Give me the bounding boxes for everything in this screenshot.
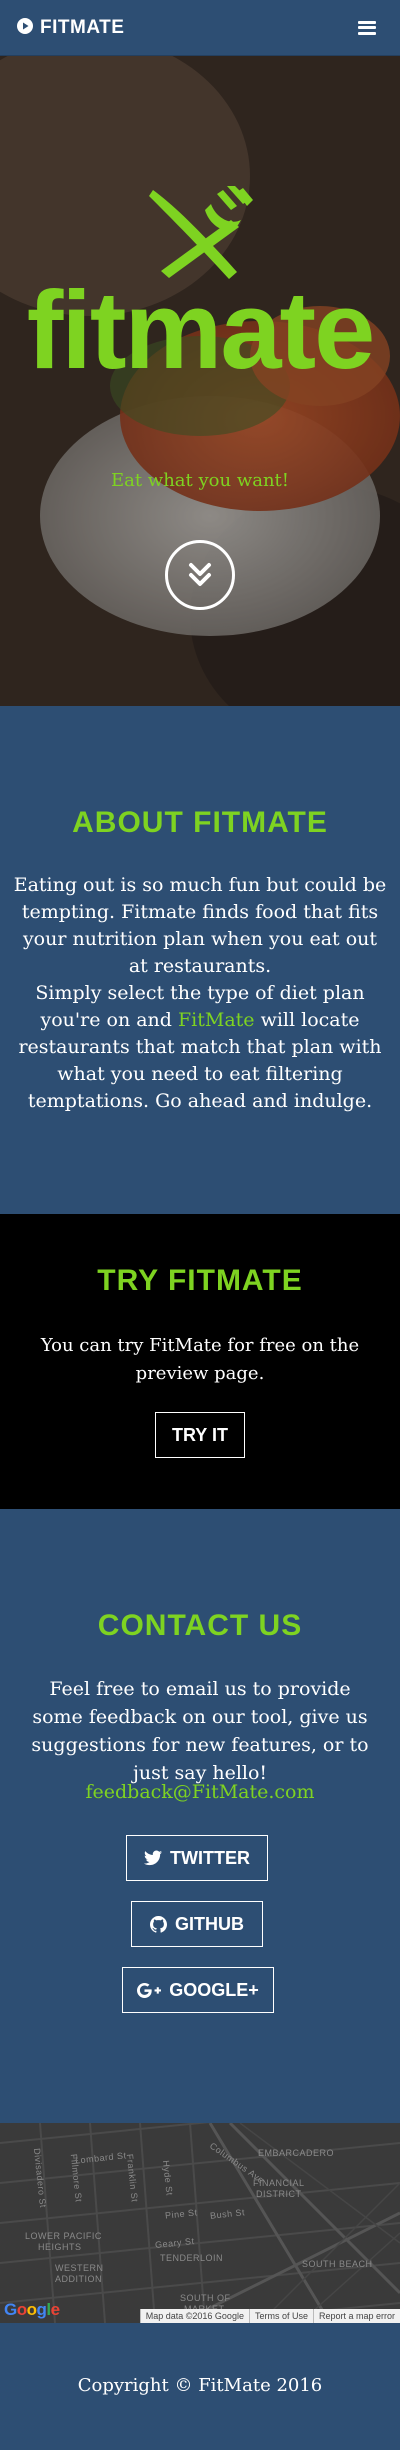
map-attribution: Map data ©2016 Google Terms of Use Repor… (139, 2309, 400, 2323)
github-label: GITHUB (175, 1913, 244, 1934)
contact-heading: CONTACT US (97, 1609, 303, 1642)
try-section: TRY FITMATE You can try FitMate for free… (0, 1214, 400, 1509)
hero-tagline: Eat what you want! (110, 470, 290, 491)
map-label-south-beach: SOUTH BEACH (302, 2259, 373, 2269)
map-label-district: DISTRICT (256, 2189, 302, 2199)
map-data-text: Map data ©2016 Google (139, 2309, 249, 2323)
try-text: You can try FitMate for free on the prev… (40, 1335, 360, 1384)
map-report-link[interactable]: Report a map error (312, 2309, 400, 2323)
twitter-label: TWITTER (170, 1847, 250, 1868)
google-plus-icon (137, 1982, 162, 1998)
map-label-western: WESTERN (55, 2263, 104, 2273)
map-embed[interactable]: Lombard St Columbus Ave EMBARCADERO FINA… (0, 2123, 400, 2323)
contact-email-link[interactable]: feedback@FitMate.com (0, 1781, 400, 1803)
footer: Copyright © FitMate 2016 (0, 2323, 400, 2450)
fitmate-highlight: FitMate (177, 1009, 255, 1031)
map-label-addition: ADDITION (55, 2274, 103, 2284)
google-plus-label: GOOGLE+ (169, 1979, 259, 2000)
about-section: ABOUT FITMATE Eating out is so much fun … (0, 706, 400, 1214)
contact-section: CONTACT US Feel free to email us to prov… (0, 1509, 400, 2123)
brand-link[interactable]: FITMATE (16, 17, 124, 39)
twitter-button[interactable]: TWITTER (126, 1835, 268, 1881)
hero-section: fitmate Eat what you want! (0, 56, 400, 706)
github-button[interactable]: GITHUB (131, 1901, 263, 1947)
double-chevron-down-icon (189, 563, 211, 586)
try-it-label: TRY IT (171, 1424, 228, 1445)
about-paragraph-1: Eating out is so much fun but could be t… (13, 874, 387, 977)
about-heading: ABOUT FITMATE (72, 806, 328, 839)
google-logo[interactable]: Google (4, 2300, 60, 2320)
about-paragraph-2: Simply select the type of diet plan you'… (12, 980, 388, 1115)
about-text: Eating out is so much fun but could be t… (12, 872, 388, 1115)
map-label-south-of: SOUTH OF (180, 2293, 231, 2303)
copyright-text: Copyright © FitMate 2016 (77, 2375, 323, 2396)
brand-name: FITMATE (40, 16, 125, 38)
map-label-heights: HEIGHTS (38, 2242, 82, 2252)
github-icon (150, 1915, 167, 1933)
twitter-icon (144, 1850, 162, 1866)
play-circle-icon (16, 17, 34, 39)
try-it-button[interactable]: TRY IT (155, 1412, 245, 1458)
hamburger-icon[interactable] (358, 20, 376, 35)
map-terms-link[interactable]: Terms of Use (248, 2309, 313, 2323)
contact-text: Feel free to email us to provide some fe… (31, 1678, 369, 1784)
try-heading: TRY FITMATE (97, 1264, 303, 1297)
google-plus-button[interactable]: GOOGLE+ (122, 1967, 274, 2013)
map-label-tenderloin: TENDERLOIN (160, 2253, 224, 2263)
hero-wordmark: fitmate (26, 269, 376, 392)
map-label-financial: FINANCIAL (253, 2178, 305, 2188)
map-label-embarcadero: EMBARCADERO (258, 2148, 335, 2158)
navbar: FITMATE (0, 0, 400, 56)
map-label-lower-pacific: LOWER PACIFIC (25, 2231, 102, 2241)
scroll-down-button[interactable] (165, 540, 235, 610)
fork-knife-icon (0, 186, 400, 282)
